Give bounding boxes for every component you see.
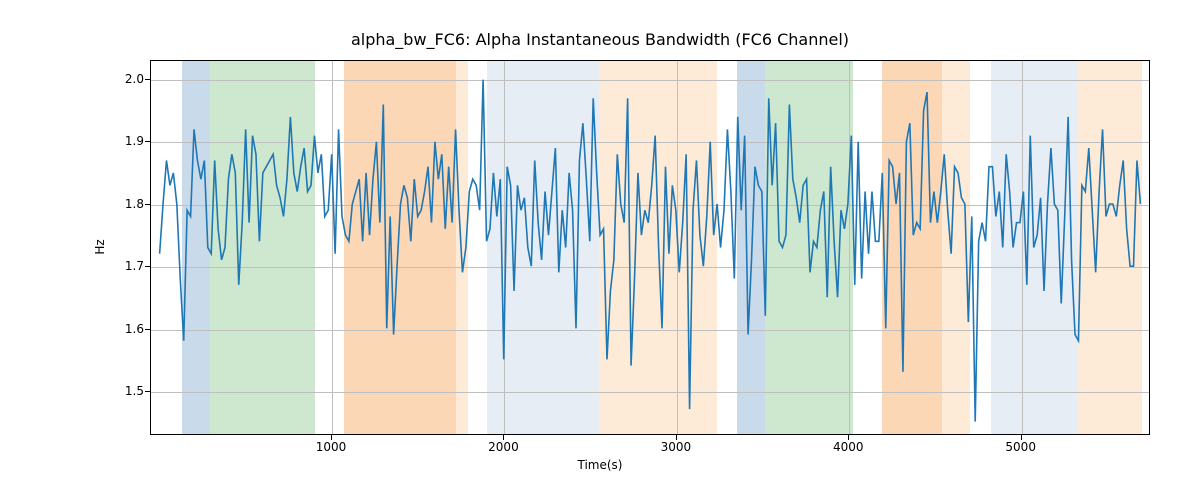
y-tick-mark xyxy=(145,391,150,392)
x-tick-label: 2000 xyxy=(488,440,519,454)
x-tick-mark xyxy=(848,435,849,440)
y-tick-label: 1.5 xyxy=(94,384,144,398)
plot-area xyxy=(150,60,1150,435)
x-tick-mark xyxy=(1021,435,1022,440)
x-tick-label: 5000 xyxy=(1005,440,1036,454)
y-tick-mark xyxy=(145,79,150,80)
x-axis-label: Time(s) xyxy=(0,458,1200,472)
y-tick-mark xyxy=(145,266,150,267)
y-tick-mark xyxy=(145,141,150,142)
x-tick-mark xyxy=(331,435,332,440)
y-tick-mark xyxy=(145,329,150,330)
y-tick-label: 2.0 xyxy=(94,72,144,86)
y-tick-label: 1.9 xyxy=(94,134,144,148)
x-tick-label: 1000 xyxy=(316,440,347,454)
x-tick-label: 3000 xyxy=(661,440,692,454)
y-tick-label: 1.6 xyxy=(94,322,144,336)
y-axis-label: Hz xyxy=(93,239,107,254)
x-tick-label: 4000 xyxy=(833,440,864,454)
x-tick-mark xyxy=(503,435,504,440)
chart-title: alpha_bw_FC6: Alpha Instantaneous Bandwi… xyxy=(0,30,1200,49)
y-tick-mark xyxy=(145,204,150,205)
chart-figure: alpha_bw_FC6: Alpha Instantaneous Bandwi… xyxy=(0,0,1200,500)
x-tick-mark xyxy=(676,435,677,440)
y-tick-label: 1.7 xyxy=(94,259,144,273)
line-series xyxy=(151,61,1149,434)
y-tick-label: 1.8 xyxy=(94,197,144,211)
